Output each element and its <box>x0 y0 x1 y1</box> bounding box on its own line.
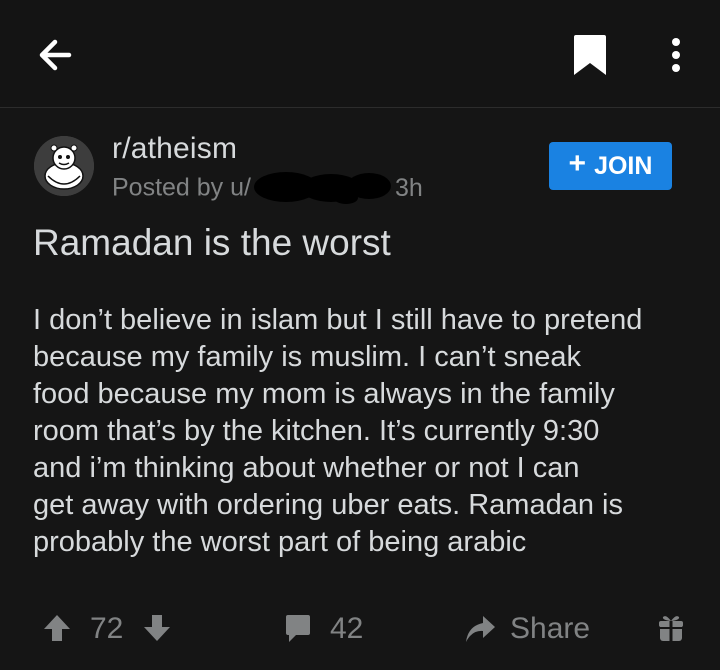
top-bar <box>0 0 720 108</box>
body-line: because my family is muslim. I can’t sne… <box>33 341 581 373</box>
upvote-button[interactable] <box>42 612 74 644</box>
post-header: r/atheism Posted by u/ 3h + JOIN <box>0 108 720 218</box>
subreddit-icon <box>34 136 94 196</box>
arrow-left-icon <box>39 39 72 71</box>
body-line: and i’m thinking about whether or not I … <box>33 452 580 484</box>
post-title: Ramadan is the worst <box>33 222 391 263</box>
join-button[interactable]: + JOIN <box>549 142 672 190</box>
subreddit-name[interactable]: r/atheism <box>112 132 237 166</box>
award-button[interactable] <box>658 612 686 644</box>
comments-button[interactable]: 42 <box>284 612 363 646</box>
comment-icon <box>286 615 310 642</box>
share-icon <box>466 616 495 642</box>
post-actions-bar: 72 42 Share <box>0 600 720 660</box>
share-label: Share <box>510 612 591 645</box>
body-line: food because my mom is always in the fam… <box>33 378 615 410</box>
arrow-down-icon <box>144 615 170 641</box>
body-line: room that’s by the kitchen. It’s current… <box>33 415 600 447</box>
subreddit-avatar[interactable] <box>34 136 94 196</box>
back-button[interactable] <box>30 30 80 80</box>
share-button[interactable]: Share <box>464 612 590 646</box>
redacted-username <box>253 172 391 204</box>
post-age: 3h <box>394 173 423 202</box>
downvote-button[interactable] <box>142 612 174 644</box>
bookmark-button[interactable] <box>566 28 614 82</box>
body-line: probably the worst part of being arabic <box>33 526 527 558</box>
comment-count: 42 <box>330 612 364 645</box>
bookmark-icon <box>574 35 606 75</box>
vote-count: 72 <box>90 612 124 645</box>
posted-by: Posted by u/ 3h <box>112 172 423 206</box>
posted-by-prefix: Posted by u/ <box>112 173 251 202</box>
body-line: I don’t believe in islam but I still hav… <box>33 304 643 336</box>
arrow-up-icon <box>44 615 70 641</box>
plus-icon: + <box>568 147 587 180</box>
post-body: I don’t believe in islam but I still hav… <box>33 302 705 561</box>
body-line: get away with ordering uber eats. Ramada… <box>33 489 623 521</box>
more-vertical-icon <box>672 38 680 72</box>
gift-icon <box>659 616 683 641</box>
more-options-button[interactable] <box>656 28 696 82</box>
join-label: JOIN <box>594 151 653 180</box>
